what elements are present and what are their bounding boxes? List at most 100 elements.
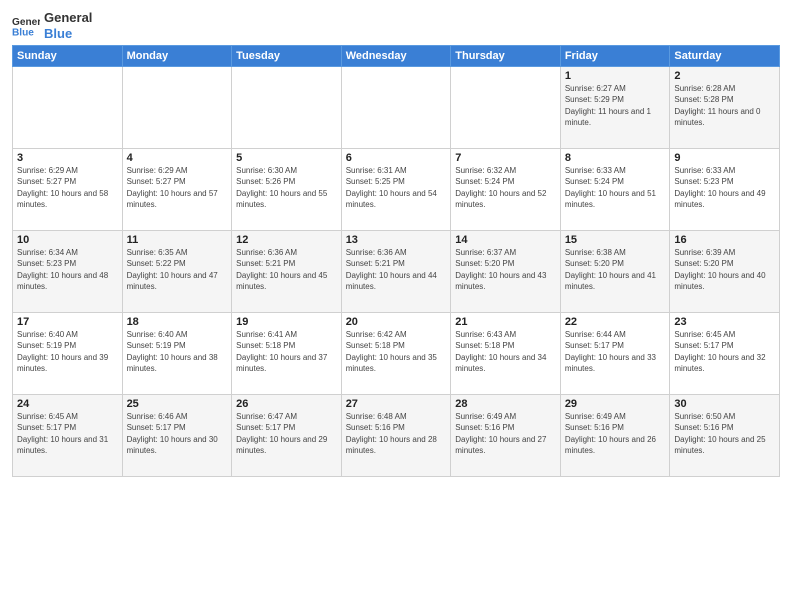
calendar-cell: 6Sunrise: 6:31 AM Sunset: 5:25 PM Daylig… (341, 149, 451, 231)
calendar-weekday-thursday: Thursday (451, 46, 561, 67)
calendar-cell (232, 67, 342, 149)
day-number: 12 (236, 234, 337, 246)
calendar-table: SundayMondayTuesdayWednesdayThursdayFrid… (12, 45, 780, 477)
calendar-cell (122, 67, 232, 149)
calendar-cell: 13Sunrise: 6:36 AM Sunset: 5:21 PM Dayli… (341, 231, 451, 313)
calendar-cell (13, 67, 123, 149)
calendar-cell: 23Sunrise: 6:45 AM Sunset: 5:17 PM Dayli… (670, 313, 780, 395)
day-info: Sunrise: 6:38 AM Sunset: 5:20 PM Dayligh… (565, 247, 666, 292)
logo: General Blue General Blue (12, 10, 92, 41)
day-info: Sunrise: 6:49 AM Sunset: 5:16 PM Dayligh… (455, 411, 556, 456)
day-number: 10 (17, 234, 118, 246)
day-number: 24 (17, 398, 118, 410)
day-number: 15 (565, 234, 666, 246)
day-number: 3 (17, 152, 118, 164)
day-number: 26 (236, 398, 337, 410)
calendar-cell: 27Sunrise: 6:48 AM Sunset: 5:16 PM Dayli… (341, 395, 451, 477)
logo-text: General Blue (44, 10, 92, 41)
calendar-cell: 4Sunrise: 6:29 AM Sunset: 5:27 PM Daylig… (122, 149, 232, 231)
calendar-weekday-monday: Monday (122, 46, 232, 67)
calendar-cell: 7Sunrise: 6:32 AM Sunset: 5:24 PM Daylig… (451, 149, 561, 231)
svg-text:Blue: Blue (12, 27, 34, 38)
calendar-week-row-5: 24Sunrise: 6:45 AM Sunset: 5:17 PM Dayli… (13, 395, 780, 477)
calendar-cell (341, 67, 451, 149)
header: General Blue General Blue (12, 10, 780, 41)
day-info: Sunrise: 6:40 AM Sunset: 5:19 PM Dayligh… (17, 329, 118, 374)
day-number: 9 (674, 152, 775, 164)
day-info: Sunrise: 6:29 AM Sunset: 5:27 PM Dayligh… (17, 165, 118, 210)
day-info: Sunrise: 6:31 AM Sunset: 5:25 PM Dayligh… (346, 165, 447, 210)
day-info: Sunrise: 6:27 AM Sunset: 5:29 PM Dayligh… (565, 83, 666, 128)
day-info: Sunrise: 6:50 AM Sunset: 5:16 PM Dayligh… (674, 411, 775, 456)
day-info: Sunrise: 6:42 AM Sunset: 5:18 PM Dayligh… (346, 329, 447, 374)
day-number: 11 (127, 234, 228, 246)
day-number: 7 (455, 152, 556, 164)
day-info: Sunrise: 6:49 AM Sunset: 5:16 PM Dayligh… (565, 411, 666, 456)
day-number: 5 (236, 152, 337, 164)
day-info: Sunrise: 6:41 AM Sunset: 5:18 PM Dayligh… (236, 329, 337, 374)
calendar-cell: 1Sunrise: 6:27 AM Sunset: 5:29 PM Daylig… (560, 67, 670, 149)
page-container: General Blue General Blue SundayMondayTu… (0, 0, 792, 612)
day-number: 16 (674, 234, 775, 246)
day-info: Sunrise: 6:30 AM Sunset: 5:26 PM Dayligh… (236, 165, 337, 210)
day-info: Sunrise: 6:48 AM Sunset: 5:16 PM Dayligh… (346, 411, 447, 456)
calendar-cell: 10Sunrise: 6:34 AM Sunset: 5:23 PM Dayli… (13, 231, 123, 313)
calendar-cell: 16Sunrise: 6:39 AM Sunset: 5:20 PM Dayli… (670, 231, 780, 313)
day-info: Sunrise: 6:45 AM Sunset: 5:17 PM Dayligh… (674, 329, 775, 374)
day-number: 8 (565, 152, 666, 164)
calendar-cell: 26Sunrise: 6:47 AM Sunset: 5:17 PM Dayli… (232, 395, 342, 477)
day-info: Sunrise: 6:33 AM Sunset: 5:23 PM Dayligh… (674, 165, 775, 210)
calendar-cell: 5Sunrise: 6:30 AM Sunset: 5:26 PM Daylig… (232, 149, 342, 231)
calendar-cell: 17Sunrise: 6:40 AM Sunset: 5:19 PM Dayli… (13, 313, 123, 395)
day-number: 17 (17, 316, 118, 328)
calendar-weekday-tuesday: Tuesday (232, 46, 342, 67)
day-number: 4 (127, 152, 228, 164)
day-number: 14 (455, 234, 556, 246)
calendar-cell: 18Sunrise: 6:40 AM Sunset: 5:19 PM Dayli… (122, 313, 232, 395)
calendar-cell: 30Sunrise: 6:50 AM Sunset: 5:16 PM Dayli… (670, 395, 780, 477)
calendar-header-row: SundayMondayTuesdayWednesdayThursdayFrid… (13, 46, 780, 67)
day-number: 18 (127, 316, 228, 328)
day-info: Sunrise: 6:32 AM Sunset: 5:24 PM Dayligh… (455, 165, 556, 210)
day-info: Sunrise: 6:46 AM Sunset: 5:17 PM Dayligh… (127, 411, 228, 456)
calendar-cell: 22Sunrise: 6:44 AM Sunset: 5:17 PM Dayli… (560, 313, 670, 395)
calendar-cell: 19Sunrise: 6:41 AM Sunset: 5:18 PM Dayli… (232, 313, 342, 395)
calendar-cell: 25Sunrise: 6:46 AM Sunset: 5:17 PM Dayli… (122, 395, 232, 477)
calendar-week-row-4: 17Sunrise: 6:40 AM Sunset: 5:19 PM Dayli… (13, 313, 780, 395)
day-info: Sunrise: 6:34 AM Sunset: 5:23 PM Dayligh… (17, 247, 118, 292)
day-number: 27 (346, 398, 447, 410)
day-number: 22 (565, 316, 666, 328)
day-number: 30 (674, 398, 775, 410)
day-info: Sunrise: 6:33 AM Sunset: 5:24 PM Dayligh… (565, 165, 666, 210)
calendar-cell: 12Sunrise: 6:36 AM Sunset: 5:21 PM Dayli… (232, 231, 342, 313)
calendar-week-row-2: 3Sunrise: 6:29 AM Sunset: 5:27 PM Daylig… (13, 149, 780, 231)
day-number: 21 (455, 316, 556, 328)
calendar-weekday-wednesday: Wednesday (341, 46, 451, 67)
day-number: 19 (236, 316, 337, 328)
day-number: 25 (127, 398, 228, 410)
day-info: Sunrise: 6:45 AM Sunset: 5:17 PM Dayligh… (17, 411, 118, 456)
calendar-weekday-sunday: Sunday (13, 46, 123, 67)
day-info: Sunrise: 6:29 AM Sunset: 5:27 PM Dayligh… (127, 165, 228, 210)
day-number: 1 (565, 70, 666, 82)
day-info: Sunrise: 6:36 AM Sunset: 5:21 PM Dayligh… (236, 247, 337, 292)
day-number: 20 (346, 316, 447, 328)
day-info: Sunrise: 6:39 AM Sunset: 5:20 PM Dayligh… (674, 247, 775, 292)
calendar-cell: 28Sunrise: 6:49 AM Sunset: 5:16 PM Dayli… (451, 395, 561, 477)
day-number: 28 (455, 398, 556, 410)
day-info: Sunrise: 6:40 AM Sunset: 5:19 PM Dayligh… (127, 329, 228, 374)
calendar-cell: 20Sunrise: 6:42 AM Sunset: 5:18 PM Dayli… (341, 313, 451, 395)
calendar-cell: 9Sunrise: 6:33 AM Sunset: 5:23 PM Daylig… (670, 149, 780, 231)
day-number: 23 (674, 316, 775, 328)
calendar-cell: 15Sunrise: 6:38 AM Sunset: 5:20 PM Dayli… (560, 231, 670, 313)
day-info: Sunrise: 6:43 AM Sunset: 5:18 PM Dayligh… (455, 329, 556, 374)
day-info: Sunrise: 6:36 AM Sunset: 5:21 PM Dayligh… (346, 247, 447, 292)
day-info: Sunrise: 6:37 AM Sunset: 5:20 PM Dayligh… (455, 247, 556, 292)
calendar-cell (451, 67, 561, 149)
calendar-weekday-friday: Friday (560, 46, 670, 67)
calendar-cell: 29Sunrise: 6:49 AM Sunset: 5:16 PM Dayli… (560, 395, 670, 477)
day-number: 13 (346, 234, 447, 246)
calendar-cell: 8Sunrise: 6:33 AM Sunset: 5:24 PM Daylig… (560, 149, 670, 231)
day-info: Sunrise: 6:28 AM Sunset: 5:28 PM Dayligh… (674, 83, 775, 128)
logo-icon: General Blue (12, 14, 40, 38)
